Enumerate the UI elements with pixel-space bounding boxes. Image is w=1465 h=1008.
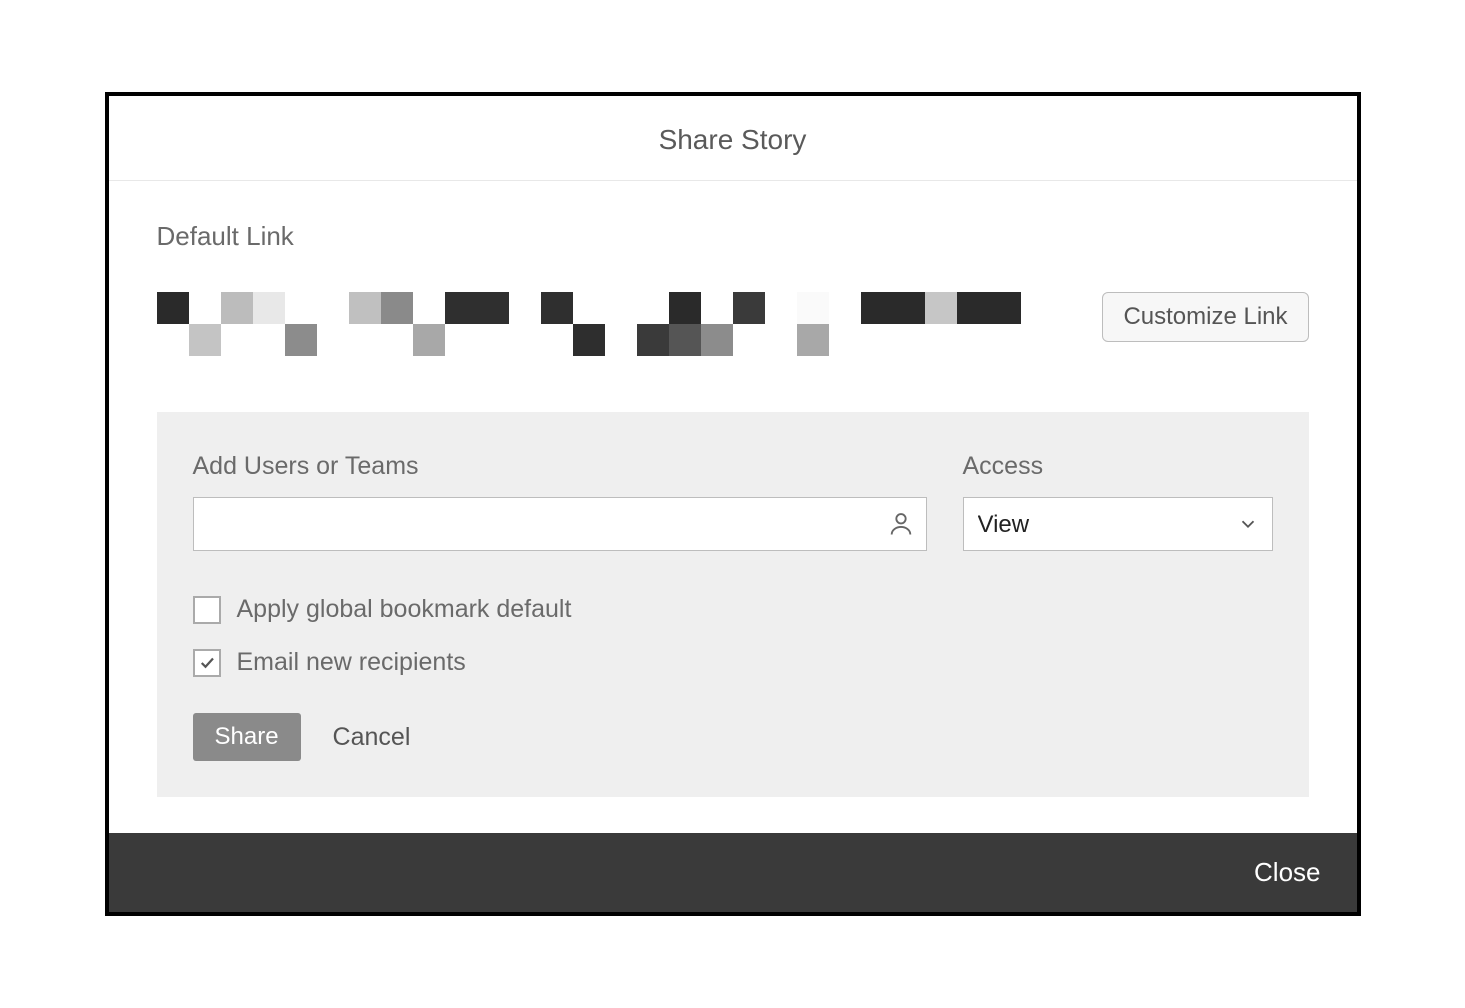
email-checkbox-row: Email new recipients [193,648,1273,677]
email-checkbox[interactable] [193,649,221,677]
panel-button-row: Share Cancel [193,713,1273,761]
bookmark-checkbox[interactable] [193,596,221,624]
add-users-input[interactable] [193,497,927,551]
dialog-header: Share Story [109,96,1357,181]
bookmark-checkbox-row: Apply global bookmark default [193,595,1273,624]
cancel-button[interactable]: Cancel [333,723,411,752]
share-panel: Add Users or Teams Access View [157,412,1309,797]
access-select[interactable]: View [963,497,1273,551]
customize-link-button[interactable]: Customize Link [1102,292,1308,342]
default-link-value-redacted [157,292,1063,362]
default-link-label: Default Link [157,221,1309,252]
link-row: Customize Link [157,292,1309,362]
dialog-body: Default Link Customize Link Add Users or… [109,181,1357,833]
share-button[interactable]: Share [193,713,301,761]
users-field-label: Add Users or Teams [193,452,927,481]
check-icon [198,654,216,672]
users-field-column: Add Users or Teams [193,452,927,551]
access-field-column: Access View [963,452,1273,551]
access-select-wrapper: View [963,497,1273,551]
dialog-title: Share Story [109,124,1357,156]
access-field-label: Access [963,452,1273,481]
dialog-footer: Close [109,833,1357,912]
email-checkbox-label[interactable]: Email new recipients [237,648,466,677]
bookmark-checkbox-label[interactable]: Apply global bookmark default [237,595,572,624]
close-button[interactable]: Close [1254,857,1320,888]
users-input-wrapper [193,497,927,551]
field-row: Add Users or Teams Access View [193,452,1273,551]
share-story-dialog: Share Story Default Link Customize Link … [105,92,1361,916]
